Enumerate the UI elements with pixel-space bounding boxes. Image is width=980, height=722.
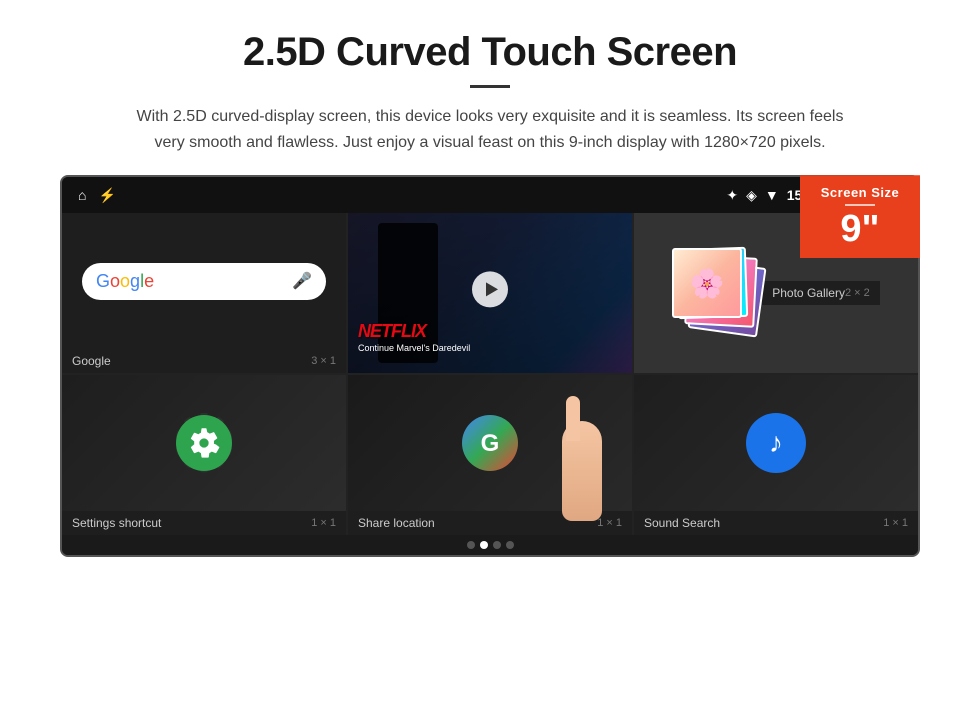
- sound-inner: ♪ ♪: [634, 375, 918, 511]
- share-location-app-cell[interactable]: G Share location: [348, 375, 632, 535]
- gallery-size: 2 × 2: [845, 287, 870, 299]
- netflix-brand: NETFLIX: [358, 321, 470, 342]
- netflix-subtitle: Continue Marvel's Daredevil: [358, 343, 470, 353]
- home-icon[interactable]: ⌂: [78, 187, 86, 203]
- location-icon: ◈: [746, 187, 757, 204]
- google-inner: Google 🎤: [62, 213, 346, 349]
- wifi-icon: ▼: [765, 187, 779, 203]
- netflix-bg: NETFLIX Continue Marvel's Daredevil: [348, 213, 632, 373]
- pagination-dot-1[interactable]: [467, 541, 475, 549]
- photo-stack: 🌸: [672, 248, 762, 338]
- settings-label-bar: Settings shortcut 1 × 1: [62, 511, 346, 535]
- badge-divider: [845, 204, 875, 206]
- sound-size: 1 × 1: [883, 517, 908, 529]
- google-app-cell[interactable]: Google 🎤 Google 3 × 1: [62, 213, 346, 373]
- photo-item-flower: 🌸: [672, 248, 742, 318]
- header-section: 2.5D Curved Touch Screen With 2.5D curve…: [60, 30, 920, 155]
- settings-main-icon: [176, 415, 232, 471]
- pagination-dot-3[interactable]: [493, 541, 501, 549]
- sound-main-icon: ♪: [746, 413, 806, 473]
- settings-inner: ⚙: [62, 375, 346, 511]
- app-grid: Google 🎤 Google 3 × 1: [62, 213, 918, 535]
- gear-svg: [188, 427, 220, 459]
- page-title: 2.5D Curved Touch Screen: [60, 30, 920, 75]
- google-size: 3 × 1: [311, 355, 336, 367]
- svg-text:G: G: [481, 430, 500, 457]
- gallery-label-bar: Photo Gallery 2 × 2: [762, 281, 879, 305]
- badge-size: 9": [814, 210, 906, 248]
- share-label: Share location: [358, 516, 435, 530]
- netflix-app-cell[interactable]: NETFLIX Continue Marvel's Daredevil Netf…: [348, 213, 632, 373]
- screen-size-badge: Screen Size 9": [800, 175, 920, 258]
- status-bar-left: ⌂ ⚡: [78, 187, 116, 204]
- google-logo: Google: [96, 271, 154, 292]
- google-label-bar: Google 3 × 1: [62, 349, 346, 373]
- music-note-icon: ♪: [769, 427, 783, 459]
- sound-label: Sound Search: [644, 516, 720, 530]
- share-inner: G: [348, 375, 632, 511]
- status-bar: ⌂ ⚡ ✦ ◈ ▼ 15:06 ⊡ ◁ ⊠ ▭: [62, 177, 918, 213]
- page-container: 2.5D Curved Touch Screen With 2.5D curve…: [0, 0, 980, 577]
- bluetooth-icon: ✦: [726, 187, 738, 204]
- netflix-text-overlay: NETFLIX Continue Marvel's Daredevil: [358, 321, 470, 353]
- settings-size: 1 × 1: [311, 517, 336, 529]
- device-screen: ⌂ ⚡ ✦ ◈ ▼ 15:06 ⊡ ◁ ⊠ ▭: [60, 175, 920, 557]
- google-search-box[interactable]: Google 🎤: [82, 263, 326, 300]
- pagination-dot-2[interactable]: [480, 541, 488, 549]
- description-text: With 2.5D curved-display screen, this de…: [130, 104, 850, 155]
- google-maps-icon: G: [460, 413, 520, 473]
- pagination-dot-4[interactable]: [506, 541, 514, 549]
- netflix-play-button[interactable]: [472, 272, 508, 308]
- pagination-bar: [62, 535, 918, 555]
- gallery-label: Photo Gallery: [772, 286, 845, 300]
- hand-overlay: [522, 375, 632, 521]
- settings-label: Settings shortcut: [72, 516, 161, 530]
- screen-wrapper: Screen Size 9" ⌂ ⚡ ✦ ◈ ▼ 15:06 ⊡ ◁ ⊠: [60, 175, 920, 557]
- usb-icon: ⚡: [98, 187, 115, 204]
- badge-top-text: Screen Size: [814, 185, 906, 200]
- maps-svg: G: [460, 413, 520, 473]
- settings-app-cell[interactable]: ⚙ Settings shortcut 1 × 1: [62, 375, 346, 535]
- sound-search-app-cell[interactable]: ♪ ♪ Sound Search 1 × 1: [634, 375, 918, 535]
- google-label: Google: [72, 354, 111, 368]
- mic-icon[interactable]: 🎤: [292, 271, 312, 291]
- sound-label-bar: Sound Search 1 × 1: [634, 511, 918, 535]
- title-divider: [470, 85, 510, 88]
